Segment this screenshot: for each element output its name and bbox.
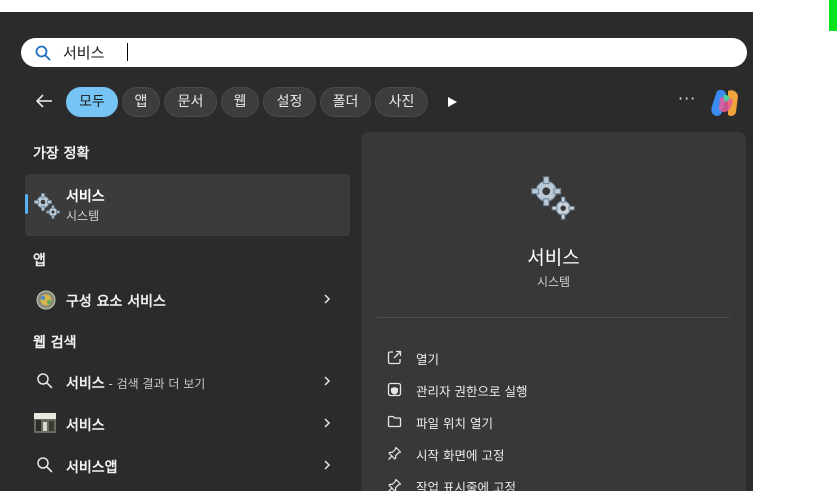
search-icon: [37, 373, 53, 389]
preview-subtitle: 시스템: [536, 275, 571, 289]
web-item-label: 서비스: [66, 418, 105, 434]
filter-tab-documents[interactable]: 문서: [164, 87, 217, 117]
action-label: 시작 화면에 고정: [416, 448, 505, 463]
action-pin-to-start[interactable]: 시작 화면에 고정: [387, 442, 727, 466]
action-pin-to-taskbar[interactable]: 작업 표시줄에 고정: [387, 474, 727, 491]
component-services-icon: [36, 290, 56, 310]
action-label: 관리자 권한으로 실행: [416, 384, 528, 399]
web-item-services-app[interactable]: 서비스앱: [25, 446, 350, 486]
web-item-label: 서비스 - 검색 결과 더 보기: [66, 373, 205, 393]
app-item-label: 구성 요소 서비스: [66, 294, 166, 310]
preview-title: 서비스: [527, 247, 580, 269]
folder-icon: [387, 415, 402, 428]
more-options-icon[interactable]: ···: [678, 89, 696, 108]
back-arrow-icon[interactable]: [34, 91, 54, 111]
filter-tab-settings[interactable]: 설정: [263, 87, 316, 117]
filter-tab-apps[interactable]: 앱: [122, 87, 160, 117]
start-search-panel: 모두 앱 문서 웹 설정 폴더 사진 ··· 가장 정확: [0, 12, 753, 491]
action-run-as-admin[interactable]: 관리자 권한으로 실행: [387, 378, 727, 402]
app-item-component-services[interactable]: 구성 요소 서비스: [25, 280, 350, 320]
search-icon: [35, 45, 51, 61]
preview-pane: 서비스 시스템 열기 관리자 권한으로 실행 파일 위치 열기 시작 화면에 고…: [361, 132, 746, 491]
open-external-icon: [387, 350, 402, 365]
action-label: 작업 표시줄에 고정: [416, 480, 516, 491]
copilot-icon[interactable]: [708, 86, 742, 120]
text-caret: [127, 43, 128, 61]
green-marker: [829, 0, 837, 31]
gears-icon: [531, 176, 575, 220]
admin-shield-icon: [387, 382, 402, 397]
filter-tab-photos[interactable]: 사진: [375, 87, 428, 117]
play-icon[interactable]: [446, 96, 458, 108]
chevron-right-icon[interactable]: [322, 459, 332, 471]
web-item-more-results[interactable]: 서비스 - 검색 결과 더 보기: [25, 362, 350, 402]
search-icon: [37, 457, 53, 473]
web-item-image-result[interactable]: 서비스: [25, 404, 350, 444]
apps-heading: 앱: [33, 253, 46, 269]
best-match-title: 서비스: [66, 189, 105, 205]
filter-tab-web[interactable]: 웹: [221, 87, 259, 117]
pin-icon: [388, 478, 402, 491]
search-input[interactable]: [63, 43, 363, 61]
web-item-label: 서비스앱: [66, 460, 118, 476]
web-item-query: 서비스: [66, 376, 105, 392]
divider: [377, 317, 730, 318]
filter-tab-all[interactable]: 모두: [66, 87, 118, 117]
gears-icon: [34, 193, 60, 219]
chevron-right-icon[interactable]: [322, 293, 332, 305]
filter-tab-folders[interactable]: 폴더: [320, 87, 371, 117]
action-open[interactable]: 열기: [387, 346, 727, 370]
search-box[interactable]: [21, 38, 747, 67]
action-label: 열기: [416, 352, 440, 367]
selection-indicator: [25, 194, 28, 214]
web-item-suffix: - 검색 결과 더 보기: [104, 377, 206, 391]
image-thumbnail-icon: [34, 413, 56, 433]
chevron-right-icon[interactable]: [322, 375, 332, 387]
chevron-right-icon[interactable]: [322, 417, 332, 429]
best-match-subtitle: 시스템: [66, 209, 100, 223]
action-open-file-location[interactable]: 파일 위치 열기: [387, 410, 727, 434]
action-label: 파일 위치 열기: [416, 416, 493, 431]
best-match-item[interactable]: 서비스 시스템: [25, 174, 350, 236]
web-search-heading: 웹 검색: [33, 335, 77, 351]
best-match-heading: 가장 정확: [33, 146, 90, 162]
pin-icon: [388, 446, 402, 460]
